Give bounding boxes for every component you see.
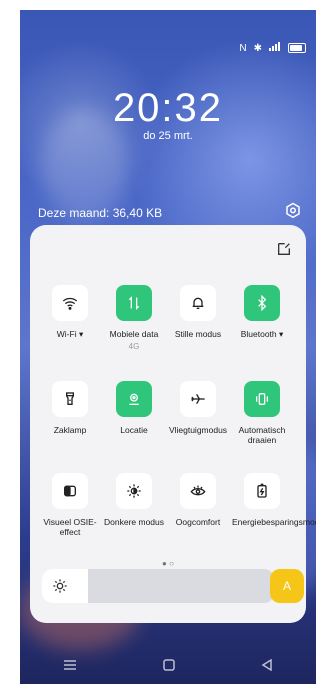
settings-gear-icon[interactable] (284, 202, 302, 220)
tile-label: Bluetooth ▾ (240, 329, 284, 339)
tile-bluetooth[interactable]: Bluetooth ▾ (232, 285, 292, 339)
edit-icon[interactable] (276, 241, 292, 257)
tile-bell[interactable]: Stille modus (168, 285, 228, 339)
nfc-icon: N (239, 42, 247, 54)
lock-date: do 25 mrt. (143, 130, 193, 142)
tile-label: Stille modus (174, 329, 222, 339)
bell-icon (180, 285, 216, 321)
brightness-slider[interactable] (42, 569, 274, 603)
tile-flashlight[interactable]: Zaklamp (40, 381, 100, 435)
tile-label: Locatie (120, 425, 148, 435)
auto-rotate-icon (244, 381, 280, 417)
mobile-data-icon (116, 285, 152, 321)
tile-wifi[interactable]: Wi-Fi ▾ (40, 285, 100, 339)
tile-label: Oogcomfort (175, 517, 221, 527)
wifi-icon (52, 285, 88, 321)
tile-sublabel: 4G (128, 342, 140, 351)
tile-label: Wi-Fi ▾ (56, 329, 84, 339)
tile-mobile-data[interactable]: Mobiele data 4G (104, 285, 164, 351)
location-icon (116, 381, 152, 417)
tile-label: Vliegtuigmodus (168, 425, 228, 435)
sun-icon (52, 578, 68, 594)
home-icon[interactable] (163, 658, 175, 676)
dark-mode-icon (116, 473, 152, 509)
airplane-icon (180, 381, 216, 417)
tile-osie[interactable]: Visueel OSIE-effect (40, 473, 100, 537)
eye-icon (180, 473, 216, 509)
tile-label: Automatisch draaien (238, 425, 286, 445)
data-usage-text: Deze maand: 36,40 KB (38, 206, 163, 220)
back-icon[interactable] (261, 658, 273, 676)
tile-battery-saver[interactable]: Energiebesparingsmodus (232, 473, 316, 527)
tile-dark-mode[interactable]: Donkere modus (104, 473, 164, 527)
tile-label: Zaklamp (53, 425, 87, 435)
quick-settings-panel: Wi-Fi ▾ Mobiele data 4G Stille modus Bluetoo… (30, 225, 316, 623)
lock-clock: 20:32 (112, 86, 224, 130)
menu-icon[interactable] (63, 658, 77, 676)
bluetooth-icon: ✱ (253, 42, 262, 54)
tile-location[interactable]: Locatie (104, 381, 164, 435)
tile-airplane[interactable]: Vliegtuigmodus (168, 381, 228, 435)
tile-label: Visueel OSIE-effect (43, 517, 97, 537)
page-indicator: ● ○ (162, 559, 174, 568)
tile-auto-rotate[interactable]: Automatisch draaien (232, 381, 292, 445)
battery-saver-icon (244, 473, 280, 509)
flashlight-icon (52, 381, 88, 417)
signal-icon (269, 42, 281, 54)
tile-label: Energiebesparingsmodus (232, 517, 316, 527)
tile-label: Mobiele data (109, 329, 159, 339)
tile-eye[interactable]: Oogcomfort (168, 473, 228, 527)
status-bar: N ✱ (239, 42, 306, 54)
tile-label: Donkere modus (104, 517, 165, 527)
auto-brightness-button[interactable]: A (270, 569, 304, 603)
navigation-bar (20, 658, 316, 676)
bluetooth-icon (244, 285, 280, 321)
phone-screen: N ✱ 20:32 do 25 mrt. Deze maand: 36,40 K… (20, 10, 316, 684)
battery-icon (288, 43, 306, 53)
osie-icon (52, 473, 88, 509)
